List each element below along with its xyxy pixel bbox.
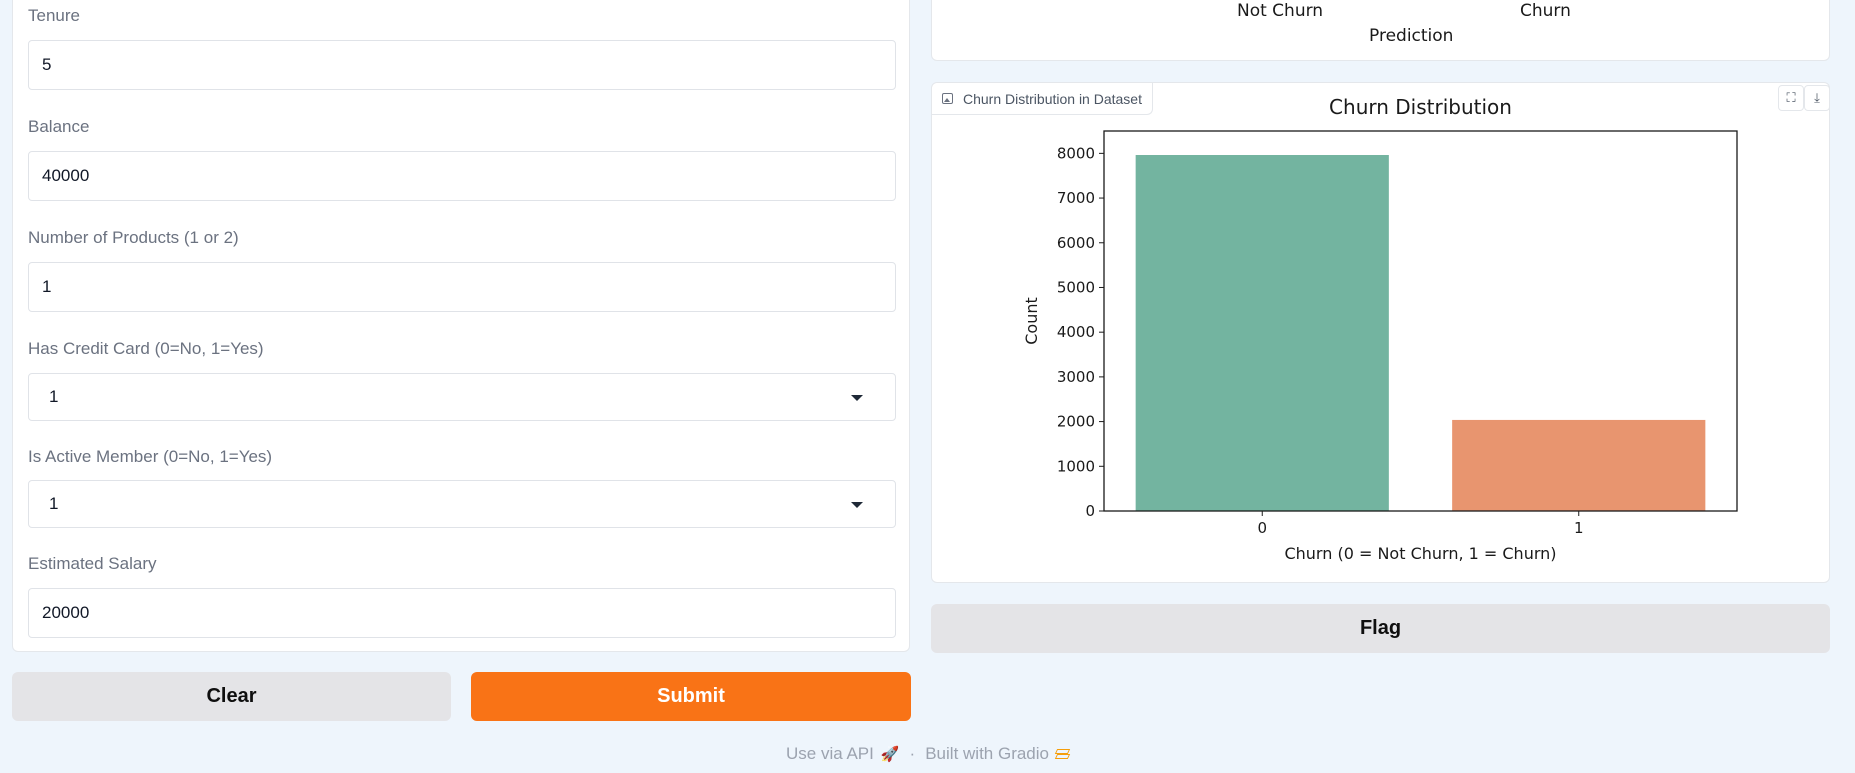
chart-title: Churn Distribution — [1329, 95, 1512, 119]
chevron-down-icon — [851, 502, 863, 508]
y-tick-label: 3000 — [1057, 368, 1095, 386]
estimated-salary-input[interactable]: 20000 — [28, 588, 896, 638]
prediction-plot-card: Not Churn Churn Prediction — [931, 0, 1830, 61]
y-axis-label: Count — [1022, 297, 1041, 345]
churn-distribution-chart: 0 1 0 1000 2000 3000 4000 5000 6000 7000 8000 Churn… — [1022, 95, 1738, 563]
y-tick-label: 5000 — [1057, 278, 1095, 296]
has-credit-card-label: Has Credit Card (0=No, 1=Yes) — [28, 339, 264, 358]
y-tick-label: 0 — [1085, 502, 1095, 520]
footer-separator: · — [909, 744, 916, 763]
x-tick-label: 1 — [1574, 519, 1584, 537]
chart-block-title: Churn Distribution in Dataset — [963, 90, 1142, 107]
x-axis-label: Churn (0 = Not Churn, 1 = Churn) — [1284, 544, 1556, 563]
clear-button[interactable]: Clear — [12, 672, 451, 721]
built-with-gradio-link[interactable]: Built with Gradio — [925, 744, 1071, 764]
x-tick-label: 0 — [1257, 519, 1267, 537]
balance-label: Balance — [28, 117, 90, 136]
tenure-input[interactable]: 5 — [28, 40, 896, 90]
flag-button[interactable]: Flag — [931, 604, 1830, 653]
image-icon — [942, 93, 953, 104]
fullscreen-icon[interactable]: ⛶ — [1778, 85, 1804, 111]
is-active-member-value: 1 — [49, 494, 59, 513]
y-tick-label: 8000 — [1057, 144, 1095, 162]
y-tick-label: 2000 — [1057, 413, 1095, 431]
tick-label-churn: Churn — [1520, 1, 1571, 21]
balance-input[interactable]: 40000 — [28, 151, 896, 201]
bar-1 — [1452, 419, 1706, 511]
footer: Use via API 🚀 · Built with Gradio — [0, 744, 1855, 764]
churn-distribution-card: 0 1 0 1000 2000 3000 4000 5000 6000 7000 8000 Churn… — [931, 82, 1830, 583]
tick-label-not-churn: Not Churn — [1237, 1, 1324, 21]
input-form-panel: Tenure 5 Balance 40000 Number of Product… — [12, 0, 910, 652]
is-active-member-dropdown[interactable]: 1 — [28, 480, 896, 528]
tenure-label: Tenure — [28, 6, 80, 25]
chart-block-label: Churn Distribution in Dataset — [932, 83, 1153, 115]
submit-button[interactable]: Submit — [471, 672, 911, 721]
download-icon[interactable]: ⤓ — [1804, 85, 1830, 111]
prediction-axis-label: Prediction — [1369, 26, 1454, 46]
has-credit-card-value: 1 — [49, 387, 59, 406]
y-tick-label: 4000 — [1057, 323, 1095, 341]
use-via-api-link[interactable]: Use via API 🚀 — [786, 744, 900, 764]
y-tick-label: 1000 — [1057, 457, 1095, 475]
use-via-api-label: Use via API — [785, 744, 874, 763]
estimated-salary-label: Estimated Salary — [28, 554, 157, 573]
y-tick-label: 6000 — [1057, 234, 1095, 252]
rocket-icon: 🚀 — [880, 746, 900, 763]
chevron-down-icon — [851, 395, 863, 401]
is-active-member-label: Is Active Member (0=No, 1=Yes) — [28, 447, 273, 466]
gradio-logo-icon — [1054, 748, 1071, 760]
built-with-gradio-label: Built with Gradio — [925, 744, 1049, 763]
y-tick-label: 7000 — [1057, 189, 1095, 207]
num-products-input[interactable]: 1 — [28, 262, 896, 312]
bar-0 — [1135, 155, 1389, 511]
num-products-label: Number of Products (1 or 2) — [28, 228, 239, 247]
has-credit-card-dropdown[interactable]: 1 — [28, 373, 896, 421]
